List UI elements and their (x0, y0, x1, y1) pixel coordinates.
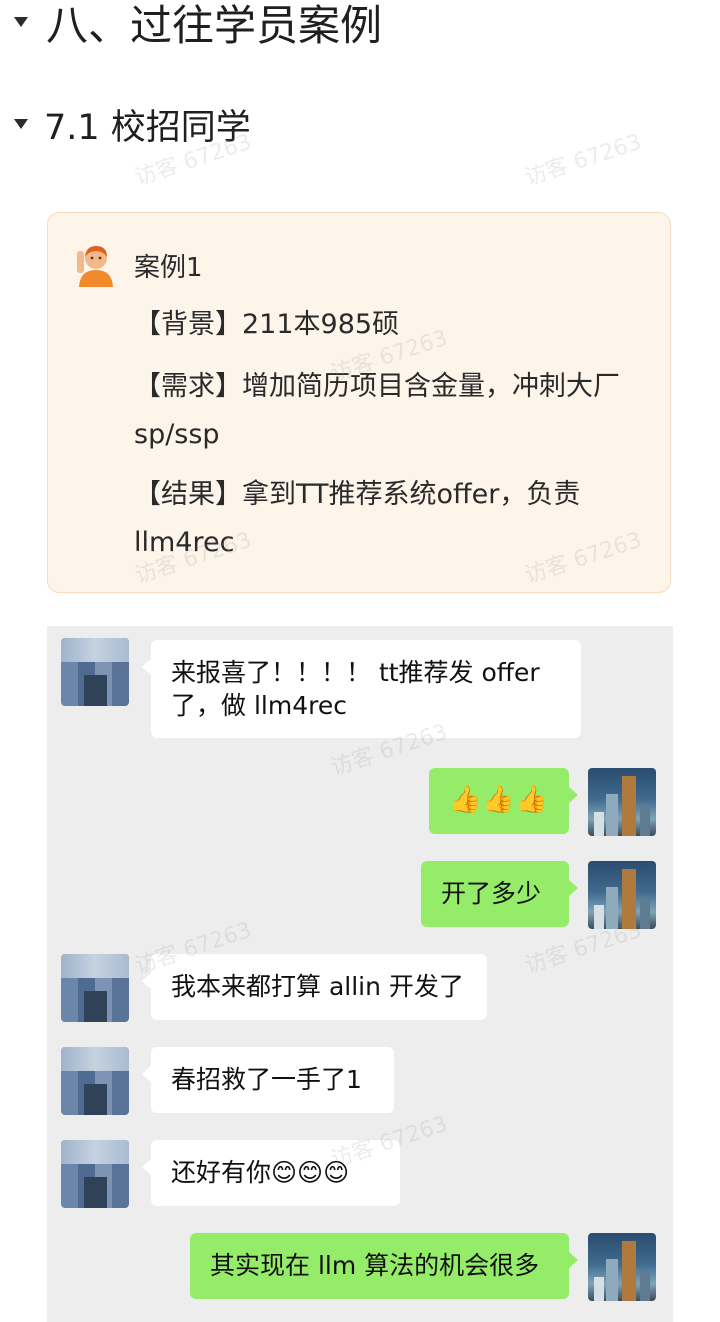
chat-message: 👍👍👍 (429, 768, 578, 834)
avatar (61, 638, 129, 706)
person-raising-hand-icon (77, 246, 113, 287)
avatar (61, 954, 129, 1022)
avatar (61, 1047, 129, 1115)
section-heading-7-1[interactable]: 7.1 校招同学 (14, 96, 251, 152)
section-title: 八、过往学员案例 (46, 0, 383, 50)
subsection-title: 7.1 校招同学 (44, 107, 251, 148)
avatar (588, 768, 656, 836)
case-callout: 案例1 【背景】211本985硕 【需求】增加简历项目含金量，冲刺大厂sp/ss… (47, 212, 671, 593)
chat-message: 还好有你😊😊😊 (142, 1140, 400, 1206)
chat-message: 其实现在 llm 算法的机会很多 (190, 1233, 578, 1299)
case-requirement: 【需求】增加简历项目含金量，冲刺大厂sp/ssp (134, 371, 620, 450)
avatar (61, 1140, 129, 1208)
chat-message: 我本来都打算 allin 开发了 (142, 954, 487, 1020)
collapse-caret-icon[interactable] (14, 17, 28, 27)
chat-message: 春招救了一手了1 (142, 1047, 394, 1113)
chat-message: 来报喜了！！！！ tt推荐发 offer了，做 llm4rec (142, 640, 581, 738)
avatar (588, 861, 656, 929)
case-title: 案例1 (134, 253, 203, 283)
avatar (588, 1233, 656, 1301)
case-background: 【背景】211本985硕 (134, 309, 400, 340)
collapse-caret-icon[interactable] (14, 119, 28, 129)
chat-message: 开了多少 (421, 861, 578, 927)
watermark: 访客 67263 (521, 129, 645, 191)
chat-screenshot: 来报喜了！！！！ tt推荐发 offer了，做 llm4rec 👍👍👍 开了多少… (47, 626, 673, 1322)
section-heading-8[interactable]: 八、过往学员案例 (14, 0, 382, 52)
case-result: 【结果】拿到TT推荐系统offer，负责llm4rec (134, 479, 581, 558)
